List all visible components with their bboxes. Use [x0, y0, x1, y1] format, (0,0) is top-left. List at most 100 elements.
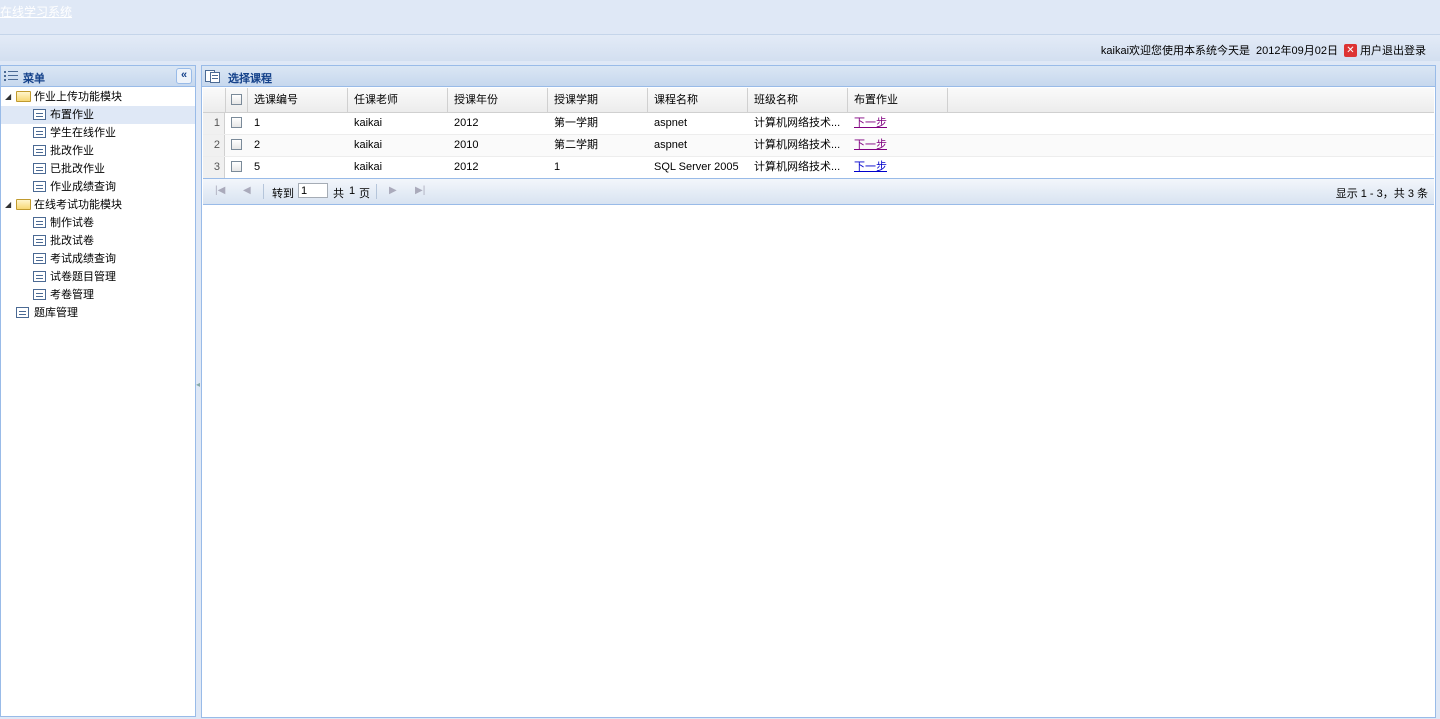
menu-panel: 菜单 « ◢ 作业上传功能模块 布置作业 学生在线作业 批改作业 已批改作业 作…	[0, 65, 196, 717]
close-icon: ✕	[1344, 43, 1357, 57]
tree-item-label: 布置作业	[50, 109, 94, 121]
cell-year: 2012	[454, 161, 479, 173]
cell-action: 下一步	[848, 135, 948, 156]
column-header-class[interactable]: 班级名称	[748, 88, 848, 112]
tree-item-label: 考试成绩查询	[50, 253, 116, 265]
document-icon	[33, 271, 46, 282]
tree-item-graded-homework[interactable]: 已批改作业	[1, 160, 195, 178]
page-unit: 页	[359, 188, 370, 200]
current-date: 2012年09月02日	[1256, 45, 1338, 57]
grid-body: 1 1 kaikai 2012 第一学期 aspnet 计算机网络技术... 下…	[203, 113, 1434, 179]
cell-year: 2012	[454, 117, 479, 129]
cell-class: 计算机网络技术...	[754, 161, 841, 173]
document-icon	[33, 127, 46, 138]
document-icon	[33, 253, 46, 264]
document-icon	[33, 163, 46, 174]
tree-item-label: 题库管理	[34, 307, 78, 319]
tree-item-label: 已批改作业	[50, 163, 105, 175]
cell-class: 计算机网络技术...	[754, 139, 841, 151]
row-checkbox[interactable]	[231, 117, 242, 128]
tree-item-label: 制作试卷	[50, 217, 94, 229]
cell-year: 2010	[454, 139, 479, 151]
row-checkbox[interactable]	[231, 139, 242, 150]
tree-item-grade-homework[interactable]: 批改作业	[1, 142, 195, 160]
grid-header: 选课编号 任课老师 授课年份 授课学期 课程名称 班级名称 布置作业	[203, 88, 1434, 113]
tree-item-assign-homework[interactable]: 布置作业	[1, 106, 195, 124]
page-number-input[interactable]	[298, 183, 328, 198]
tree-item-exam-questions[interactable]: 试卷题目管理	[1, 268, 195, 286]
tree-group-label: 作业上传功能模块	[34, 91, 122, 103]
last-page-icon[interactable]: ▶|	[415, 185, 425, 196]
separator	[376, 184, 377, 199]
cell-id: 1	[254, 117, 261, 129]
first-page-icon[interactable]: |◀	[215, 185, 225, 196]
row-number: 2	[203, 135, 225, 156]
list-icon	[4, 70, 19, 85]
tree-group-homework[interactable]: ◢ 作业上传功能模块	[1, 88, 195, 106]
center-panel-header: 选择课程	[202, 66, 1435, 87]
collapse-panel-button[interactable]: «	[176, 68, 192, 84]
separator	[263, 184, 264, 199]
cell-course: aspnet	[654, 139, 688, 151]
tree-item-exam-papers[interactable]: 考卷管理	[1, 286, 195, 304]
document-icon	[33, 235, 46, 246]
tree-group-label: 在线考试功能模块	[34, 199, 122, 211]
select-all-cell	[226, 88, 248, 112]
paging-summary: 显示 1 - 3，共 3 条	[1335, 188, 1428, 200]
user-info-bar: kaikai欢迎您使用本系统今天是 2012年09月02日 ✕ 用户退出登录	[0, 35, 1440, 61]
tree-item-label: 批改作业	[50, 145, 94, 157]
cell-action: 下一步	[848, 113, 948, 134]
prev-page-icon[interactable]: ◀	[243, 185, 251, 196]
select-all-checkbox[interactable]	[231, 94, 242, 105]
splitter-handle[interactable]: ◂	[196, 380, 200, 389]
tree-item-homework-scores[interactable]: 作业成绩查询	[1, 178, 195, 196]
tree-item-question-bank[interactable]: 题库管理	[1, 304, 195, 322]
next-page-icon[interactable]: ▶	[389, 185, 397, 196]
tree-item-exam-scores[interactable]: 考试成绩查询	[1, 250, 195, 268]
cell-id: 5	[254, 161, 261, 173]
menu-title: 菜单	[23, 73, 45, 85]
folder-open-icon	[16, 199, 31, 210]
cell-teacher: kaikai	[354, 117, 383, 129]
cell-action: 下一步	[848, 157, 948, 178]
cell-class: 计算机网络技术...	[754, 117, 841, 129]
column-header-id[interactable]: 选课编号	[248, 88, 348, 112]
column-header-action[interactable]: 布置作业	[848, 88, 948, 112]
column-header-term[interactable]: 授课学期	[548, 88, 648, 112]
logout-label: 用户退出登录	[1360, 45, 1426, 57]
tree-item-label: 试卷题目管理	[50, 271, 116, 283]
tree-item-make-exam[interactable]: 制作试卷	[1, 214, 195, 232]
cell-teacher: kaikai	[354, 139, 383, 151]
next-step-link[interactable]: 下一步	[854, 117, 887, 129]
logout-button[interactable]: ✕ 用户退出登录	[1344, 42, 1426, 58]
next-step-link[interactable]: 下一步	[854, 139, 887, 151]
tree-item-label: 学生在线作业	[50, 127, 116, 139]
column-header-course[interactable]: 课程名称	[648, 88, 748, 112]
expand-arrow-icon[interactable]: ◢	[5, 88, 15, 106]
folder-open-icon	[16, 91, 31, 102]
next-step-link[interactable]: 下一步	[854, 161, 887, 173]
tree-item-grade-exam[interactable]: 批改试卷	[1, 232, 195, 250]
row-number: 1	[203, 113, 225, 134]
column-header-year[interactable]: 授课年份	[448, 88, 548, 112]
table-row[interactable]: 2 2 kaikai 2010 第二学期 aspnet 计算机网络技术... 下…	[203, 135, 1434, 157]
expand-arrow-icon[interactable]: ◢	[5, 196, 15, 214]
cell-course: aspnet	[654, 117, 688, 129]
menu-tree: ◢ 作业上传功能模块 布置作业 学生在线作业 批改作业 已批改作业 作业成绩查询…	[1, 87, 195, 322]
tree-group-exam[interactable]: ◢ 在线考试功能模块	[1, 196, 195, 214]
table-row[interactable]: 1 1 kaikai 2012 第一学期 aspnet 计算机网络技术... 下…	[203, 113, 1434, 135]
total-prefix: 共	[333, 188, 344, 200]
copy-icon	[205, 70, 221, 86]
document-icon	[33, 217, 46, 228]
tree-item-label: 考卷管理	[50, 289, 94, 301]
cell-term: 第一学期	[554, 117, 598, 129]
document-icon	[33, 181, 46, 192]
row-checkbox[interactable]	[231, 161, 242, 172]
cell-term: 第二学期	[554, 139, 598, 151]
column-header-teacher[interactable]: 任课老师	[348, 88, 448, 112]
app-title-link[interactable]: 在线学习系统	[0, 3, 72, 20]
tree-item-student-homework[interactable]: 学生在线作业	[1, 124, 195, 142]
table-row[interactable]: 3 5 kaikai 2012 1 SQL Server 2005 计算机网络技…	[203, 157, 1434, 179]
cell-course: SQL Server 2005	[654, 161, 739, 173]
center-panel-title: 选择课程	[228, 73, 272, 85]
